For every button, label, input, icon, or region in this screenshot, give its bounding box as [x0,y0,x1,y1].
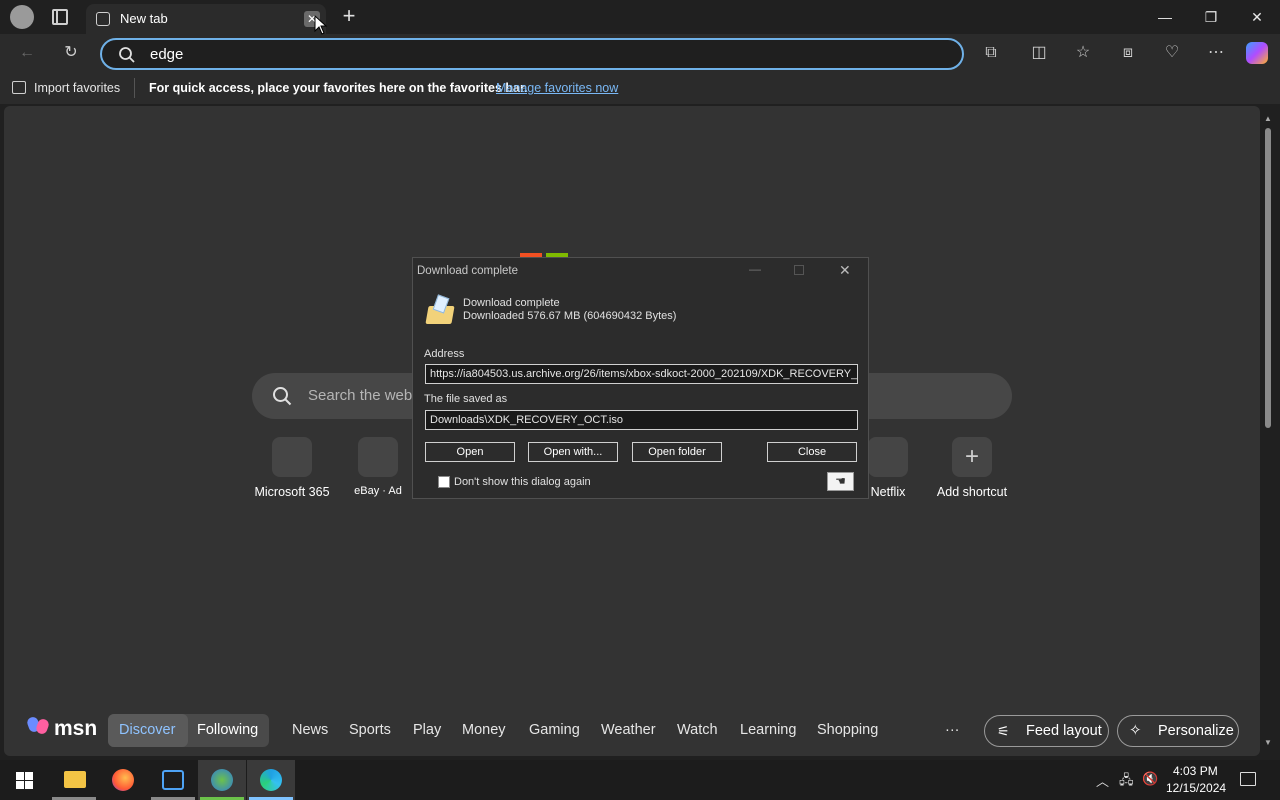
dialog-maximize-icon [794,265,804,275]
search-icon [273,387,292,406]
msn-tab-group: Discover Following [108,714,269,747]
butterfly-icon [25,715,51,739]
toolbar: ← ↻ edge ⧉ ◫ ☆ ⧈ ♡ ⋯ [0,34,1280,72]
more-options-icon[interactable]: ⋯ [1203,40,1229,66]
favorites-divider [134,78,135,98]
sparkle-icon: ✧ [1129,722,1142,739]
dont-show-label: Don't show this dialog again [454,476,591,488]
feed-layout-button[interactable]: ⚟ Feed layout [984,715,1109,747]
browser-essentials-icon[interactable]: ♡ [1159,40,1185,66]
search-icon [119,47,135,63]
file-explorer-icon[interactable] [50,760,98,800]
favorites-bar: Import favorites For quick access, place… [0,72,1280,104]
notifications-icon[interactable] [1240,772,1256,786]
restore-icon[interactable]: ❐ [1188,0,1234,34]
personalize-label: Personalize [1158,723,1234,739]
scroll-up-icon[interactable]: ▲ [1264,114,1272,123]
edge-icon[interactable] [247,760,295,800]
shortcut-tile [272,437,312,477]
shortcut-add[interactable]: + Add shortcut [922,437,1022,499]
import-favorites-button[interactable]: Import favorites [34,81,120,95]
nav-gaming[interactable]: Gaming [529,722,580,738]
extensions-icon[interactable]: ⧉ [978,40,1004,66]
nav-learning[interactable]: Learning [740,722,796,738]
download-complete-dialog: Download complete — ✕ Download complete … [412,257,869,499]
shortcut-label: eBay · Ad [354,485,402,497]
network-icon[interactable]: 🖧 [1119,771,1134,793]
address-label: Address [424,348,465,360]
clock-time[interactable]: 4:03 PM [1173,764,1218,778]
tab-following-label[interactable]: Following [197,722,258,738]
personalize-button[interactable]: ✧ Personalize [1117,715,1239,747]
shortcut-label: Netflix [870,485,906,499]
window-close-icon[interactable]: ✕ [1234,0,1280,34]
more-nav-icon[interactable]: ··· [945,722,960,738]
back-icon[interactable]: ← [14,40,40,66]
download-manager-icon[interactable] [198,760,246,800]
favorites-bar-message: For quick access, place your favorites h… [149,81,528,95]
favorites-icon[interactable]: ☆ [1070,40,1096,66]
scroll-thumb[interactable] [1265,128,1271,428]
nav-watch[interactable]: Watch [677,722,718,738]
copilot-icon[interactable] [1246,42,1268,64]
open-button[interactable]: Open [425,442,515,462]
download-folder-icon [425,294,455,326]
add-shortcut-icon: + [952,437,992,477]
split-screen-icon[interactable]: ◫ [1026,40,1052,66]
open-with-button[interactable]: Open with... [528,442,618,462]
saved-as-label: The file saved as [424,393,508,405]
profile-avatar[interactable] [10,5,34,29]
show-hidden-icons-icon[interactable]: ︿ [1096,771,1109,790]
shortcut-tile [868,437,908,477]
tab-actions-icon[interactable] [52,9,68,25]
nav-weather[interactable]: Weather [601,722,656,738]
dialog-heading: Download complete [463,297,560,309]
msn-wordmark: msn [54,717,98,740]
refresh-icon[interactable]: ↻ [58,40,84,66]
dialog-title: Download complete [417,265,519,277]
feed-layout-label: Feed layout [1026,723,1102,739]
shortcut-label: Add shortcut [936,485,1008,499]
nav-money[interactable]: Money [462,722,506,738]
tab-new-tab[interactable]: New tab ✕ [86,4,326,34]
firefox-icon[interactable] [99,760,147,800]
nav-shopping[interactable]: Shopping [817,722,878,738]
shortcut-label: Microsoft 365 [254,485,330,499]
close-button[interactable]: Close [767,442,857,462]
open-folder-button[interactable]: Open folder [632,442,722,462]
tab-title: New tab [120,11,168,26]
title-bar: New tab ✕ + — ❐ ✕ [0,0,1280,34]
address-input[interactable]: edge [150,46,183,63]
volume-muted-icon[interactable]: 🔇 [1142,771,1158,787]
mouse-cursor-icon [314,15,328,35]
scroll-down-icon[interactable]: ▼ [1264,738,1272,747]
address-field[interactable]: https://ia804503.us.archive.org/26/items… [425,364,858,384]
taskbar: ︿ 🖧 🔇 4:03 PM 12/15/2024 [0,760,1280,800]
minimize-icon[interactable]: — [1142,0,1188,34]
dialog-detail: Downloaded 576.67 MB (604690432 Bytes) [463,310,677,322]
sliders-icon: ⚟ [997,723,1010,739]
dont-show-checkbox[interactable] [438,476,450,488]
nav-sports[interactable]: Sports [349,722,391,738]
drag-hand-icon[interactable]: ☚ [827,472,854,491]
start-windows-icon[interactable] [16,772,33,789]
web-search-input[interactable]: Search the web [308,387,412,404]
new-tab-icon [96,12,110,26]
nav-news[interactable]: News [292,722,328,738]
nav-play[interactable]: Play [413,722,441,738]
dialog-minimize-icon[interactable]: — [749,262,761,276]
shortcut-tile [358,437,398,477]
collections-icon[interactable]: ⧈ [1115,40,1141,66]
scrollbar[interactable]: ▲ ▼ [1262,112,1274,752]
manage-favorites-link[interactable]: Manage favorites now [496,81,618,95]
dialog-close-icon[interactable]: ✕ [839,262,851,279]
saved-as-field[interactable]: Downloads\XDK_RECOVERY_OCT.iso [425,410,858,430]
clock-date[interactable]: 12/15/2024 [1166,781,1226,795]
visual-studio-icon[interactable] [149,760,197,800]
import-favorites-icon [12,81,26,94]
shortcut-microsoft-365[interactable]: Microsoft 365 [242,437,342,499]
tab-discover-label: Discover [119,722,176,738]
address-bar[interactable]: edge [100,38,964,70]
new-tab-plus-icon[interactable]: + [338,5,360,27]
